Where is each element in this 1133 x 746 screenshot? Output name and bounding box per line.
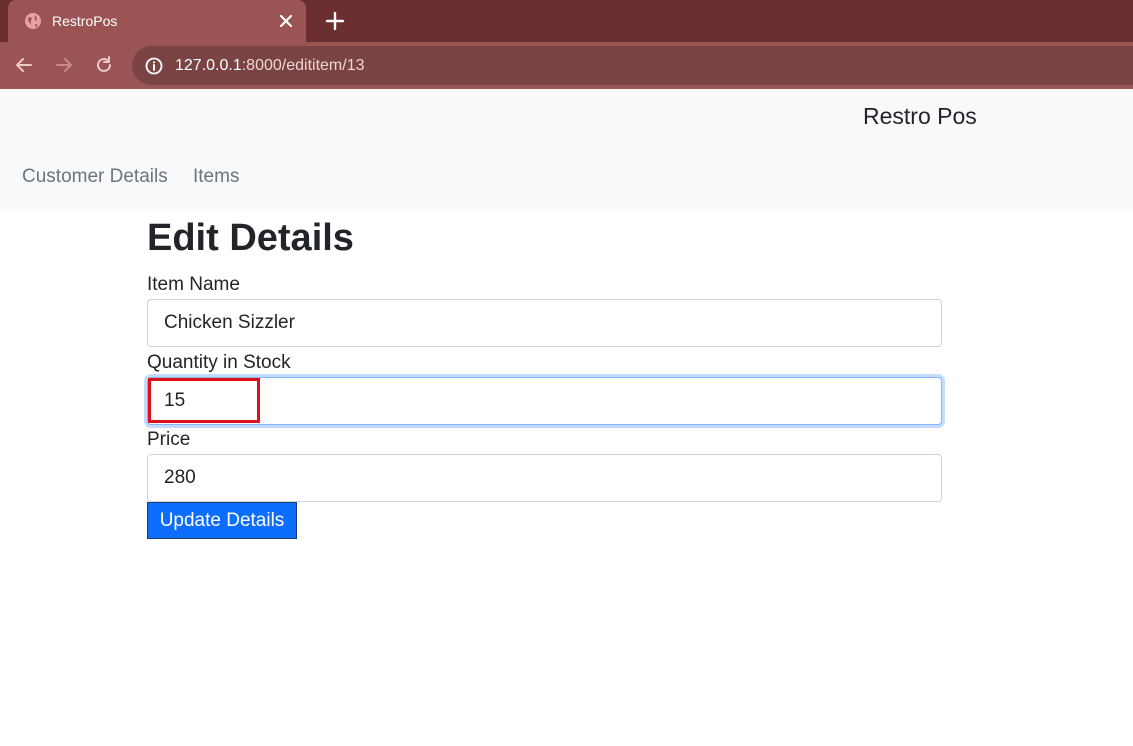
browser-tabstrip: RestroPos: [0, 0, 1133, 42]
quantity-label: Quantity in Stock: [147, 352, 291, 373]
close-icon[interactable]: [276, 11, 296, 31]
browser-toolbar: 127.0.0.1:8000/edititem/13: [0, 42, 1133, 89]
page-title: Edit Details: [147, 217, 354, 259]
forward-arrow-icon[interactable]: [53, 54, 75, 76]
item-name-input[interactable]: [147, 299, 942, 347]
update-details-button[interactable]: Update Details: [147, 502, 297, 539]
quantity-input[interactable]: [147, 377, 942, 425]
back-arrow-icon[interactable]: [13, 54, 35, 76]
nav-link-customer-details[interactable]: Customer Details: [22, 165, 168, 189]
item-name-label: Item Name: [147, 274, 240, 295]
url-text: 127.0.0.1:8000/edititem/13: [175, 56, 364, 75]
price-label: Price: [147, 429, 191, 450]
site-navbar: Restro Pos Customer Details Items: [0, 89, 1133, 211]
info-icon[interactable]: [145, 57, 163, 75]
reload-icon[interactable]: [93, 54, 115, 76]
tab-title: RestroPos: [52, 13, 118, 29]
url-host: 127.0.0.1: [175, 57, 242, 74]
new-tab-icon[interactable]: [324, 10, 346, 32]
address-bar[interactable]: 127.0.0.1:8000/edititem/13: [132, 46, 1133, 85]
browser-tab[interactable]: RestroPos: [8, 0, 306, 42]
price-input[interactable]: [147, 454, 942, 502]
nav-link-items[interactable]: Items: [193, 165, 239, 189]
globe-icon: [24, 12, 42, 30]
url-path: :8000/edititem/13: [241, 57, 365, 74]
brand-title[interactable]: Restro Pos: [863, 102, 977, 130]
